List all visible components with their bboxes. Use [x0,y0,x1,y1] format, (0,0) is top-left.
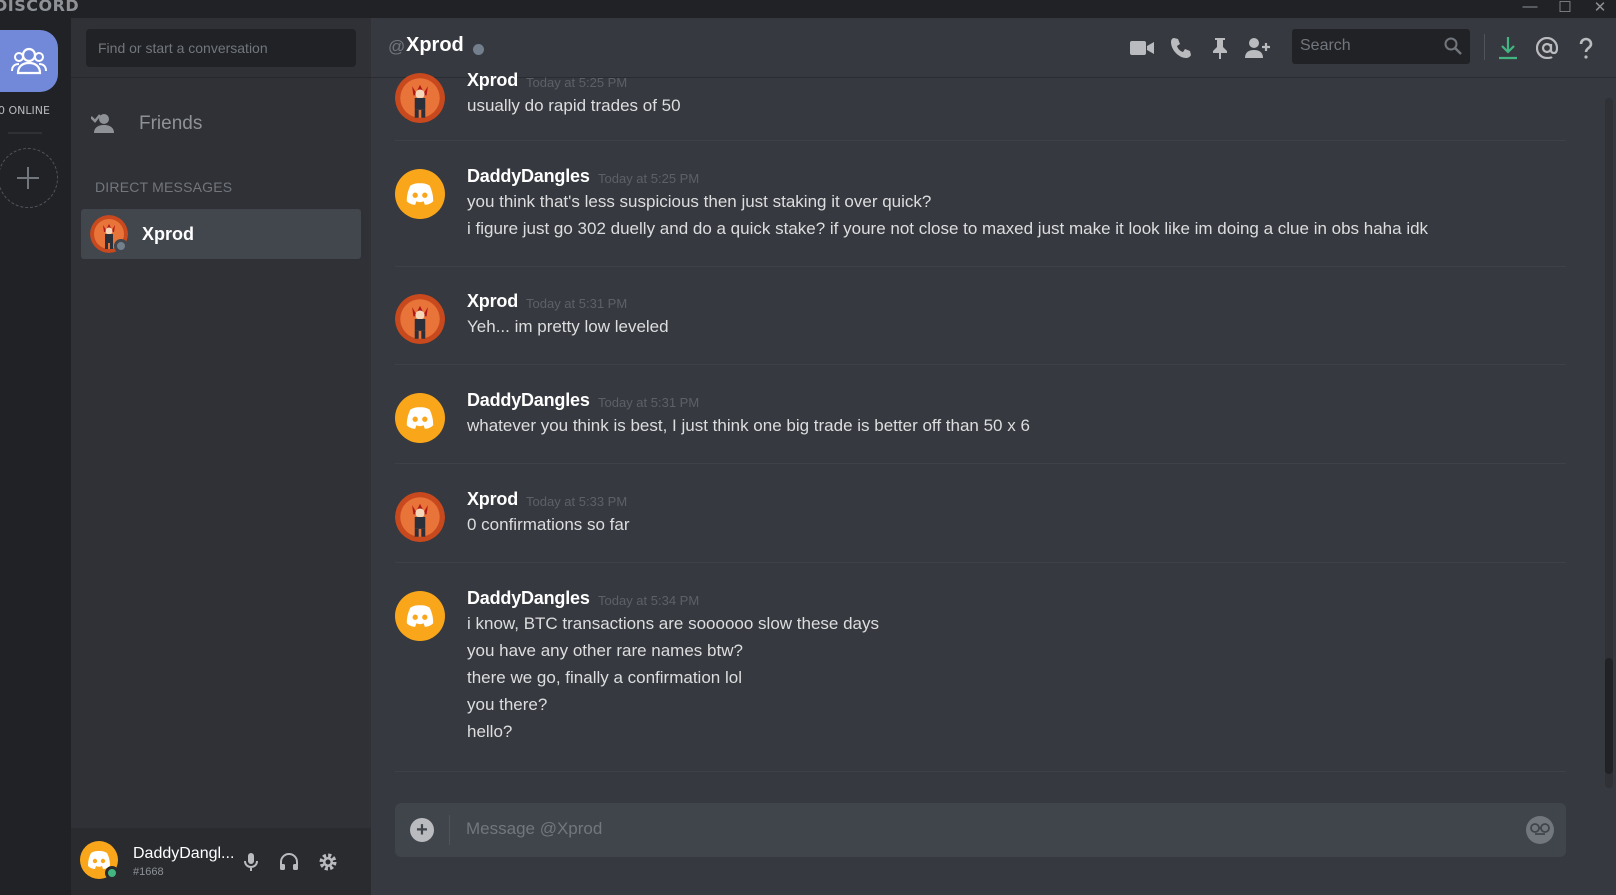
message-group: Xprod Today at 5:31 PM Yeh... im pretty … [395,291,1566,365]
maximize-button[interactable]: ☐ [1555,0,1575,16]
user-discriminator: #1668 [133,866,164,878]
close-window-button[interactable]: ✕ [1590,0,1610,16]
xprod-avatar[interactable] [395,294,445,344]
at-symbol: @ [388,37,406,56]
dm-name: Xprod [142,223,194,244]
find-conversation-input[interactable]: Find or start a conversation [86,29,356,67]
recipient-status-indicator [473,44,484,55]
add-server-button[interactable] [0,148,58,208]
discord-logo-icon [406,183,434,205]
username: DaddyDangl... [133,845,235,862]
message-timestamp: Today at 5:33 PM [526,494,628,509]
friends-label: Friends [139,113,203,134]
status-offline-indicator [114,239,128,253]
friends-nav-item[interactable]: Friends [91,113,202,135]
daddydangles-avatar[interactable] [395,393,445,443]
message-text: Yeh... im pretty low leveled [467,317,669,336]
discord-logo-icon [406,407,434,429]
message-timestamp: Today at 5:25 PM [598,171,700,186]
message-group: DaddyDangles Today at 5:31 PM whatever y… [395,390,1566,464]
download-icon[interactable] [1495,35,1521,61]
phone-call-icon[interactable] [1168,35,1194,61]
message-composer[interactable]: + Message @Xprod [395,803,1566,857]
friends-icon [11,47,47,75]
message-text: i figure just go 302 duelly and do a qui… [467,219,1429,238]
server-separator [8,132,42,134]
message-timestamp: Today at 5:25 PM [526,75,628,90]
composer-divider [449,815,450,845]
headphones-icon[interactable] [277,850,301,874]
message-timestamp: Today at 5:31 PM [526,296,628,311]
daddydangles-avatar[interactable] [395,169,445,219]
search-input[interactable]: Search [1292,29,1470,64]
search-icon [1444,37,1462,60]
user-panel: DaddyDangl... #1668 [71,828,371,895]
xprod-avatar[interactable] [395,492,445,542]
message-text: you think that's less suspicious then ju… [467,192,932,211]
header-divider [1484,34,1485,60]
message-timestamp: Today at 5:34 PM [598,593,700,608]
direct-messages-header: DIRECT MESSAGES [95,179,233,195]
message-author[interactable]: Xprod [467,291,518,312]
title-bar: DISCORD — ☐ ✕ [0,0,1616,18]
message-group: Xprod Today at 5:25 PM usually do rapid … [395,70,1566,141]
message-text: you there? [467,695,548,714]
message-input[interactable]: Message @Xprod [466,819,602,839]
discord-logo-icon [406,605,434,627]
message-group: DaddyDangles Today at 5:25 PM you think … [395,166,1566,267]
status-online-indicator [105,866,119,880]
message-list: Xprod Today at 5:25 PM usually do rapid … [371,70,1616,794]
search-placeholder: Search [1300,37,1351,54]
minimize-button[interactable]: — [1520,0,1540,15]
message-author[interactable]: Xprod [467,70,518,91]
message-timestamp: Today at 5:31 PM [598,395,700,410]
message-text: whatever you think is best, I just think… [467,416,1030,435]
mentions-icon[interactable] [1534,35,1560,61]
plus-icon [17,167,39,189]
message-text: i know, BTC transactions are soooooo slo… [467,614,879,633]
help-icon[interactable] [1573,35,1599,61]
channel-header: @ Xprod Search [371,18,1616,78]
pin-icon[interactable] [1207,35,1233,61]
emoji-picker-icon[interactable] [1526,816,1554,844]
video-call-icon[interactable] [1129,35,1155,61]
gear-icon[interactable] [316,850,340,874]
dm-item-xprod[interactable]: Xprod [81,209,361,259]
message-text: hello? [467,722,513,741]
friends-icon [91,114,114,133]
divider [71,77,371,78]
message-group: Xprod Today at 5:33 PM 0 confirmations s… [395,489,1566,563]
message-text: 0 confirmations so far [467,515,630,534]
message-author[interactable]: Xprod [467,489,518,510]
daddydangles-avatar[interactable] [395,591,445,641]
add-friend-icon[interactable] [1245,35,1271,61]
message-text: usually do rapid trades of 50 [467,96,681,115]
microphone-icon[interactable] [239,850,263,874]
upload-plus-icon[interactable]: + [410,818,434,842]
scrollbar-thumb[interactable] [1605,658,1613,774]
message-group: DaddyDangles Today at 5:34 PM i know, BT… [395,588,1566,772]
server-list: 0 ONLINE [0,18,71,895]
message-author[interactable]: DaddyDangles [467,588,590,609]
chat-area: @ Xprod Search Xprod Today at 5:25 PM us… [371,18,1616,895]
channel-title: Xprod [406,34,464,56]
message-author[interactable]: DaddyDangles [467,166,590,187]
app-brand: DISCORD [0,0,80,15]
xprod-avatar[interactable] [395,73,445,123]
online-count: 0 ONLINE [0,104,50,117]
message-text: there we go, finally a confirmation lol [467,668,742,687]
dm-sidebar: Find or start a conversation Friends DIR… [71,18,371,895]
message-author[interactable]: DaddyDangles [467,390,590,411]
message-text: you have any other rare names btw? [467,641,743,660]
home-button[interactable] [0,30,58,92]
